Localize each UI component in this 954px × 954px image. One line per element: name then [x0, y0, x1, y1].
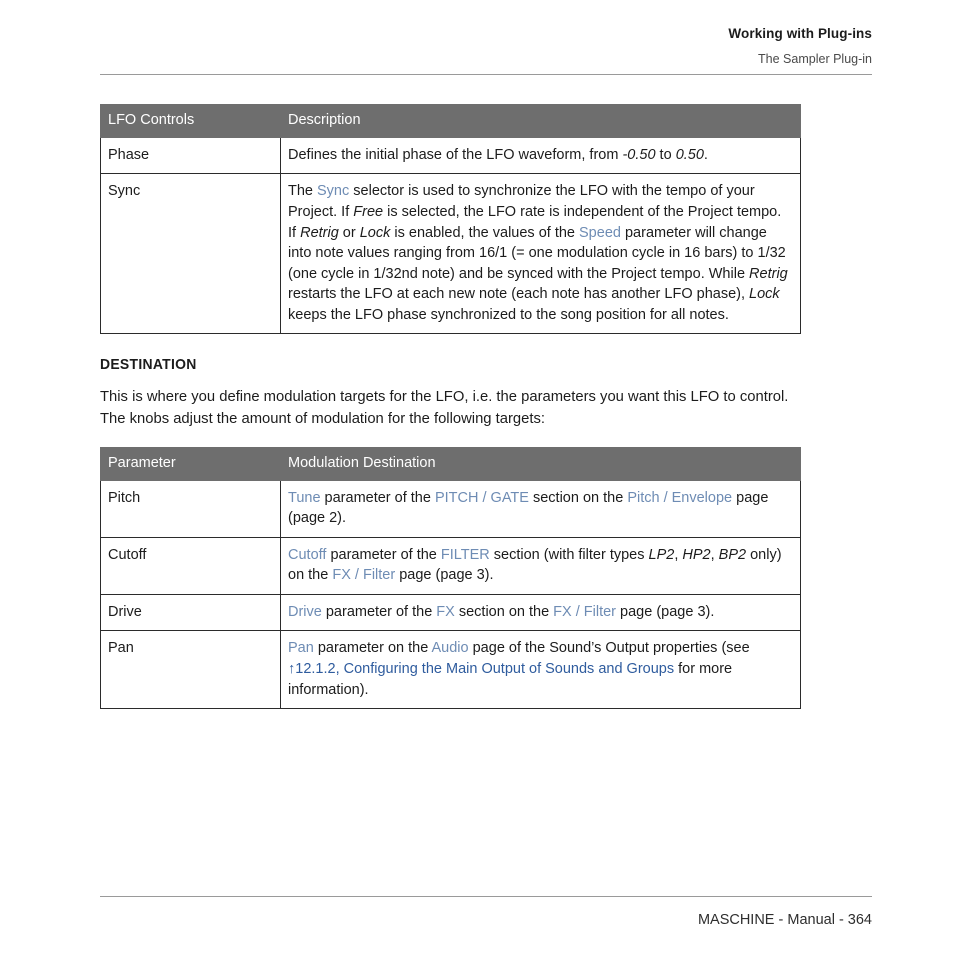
table-header-row: LFO Controls Description: [100, 104, 801, 138]
lfo-controls-table: LFO Controls Description Phase Defines t…: [100, 104, 801, 335]
cell-parameter: Cutoff: [100, 536, 281, 595]
inline-link[interactable]: FX / Filter: [332, 567, 395, 583]
inline-link[interactable]: PITCH / GATE: [435, 490, 529, 506]
inline-link[interactable]: FX: [436, 604, 455, 620]
footer-rule: [100, 896, 872, 897]
cell-parameter: Pan: [100, 630, 281, 710]
cell-description: Defines the initial phase of the LFO wav…: [280, 136, 801, 175]
page-content: LFO Controls Description Phase Defines t…: [100, 104, 801, 710]
cross-reference-link[interactable]: ↑12.1.2, Configuring the Main Output of …: [288, 661, 674, 677]
column-header-parameter: Parameter: [100, 446, 281, 481]
inline-link[interactable]: Tune: [288, 490, 321, 506]
cell-modulation-destination: Pan parameter on the Audio page of the S…: [280, 630, 801, 710]
column-header-lfo-controls: LFO Controls: [100, 104, 281, 138]
page-footer: MASCHINE - Manual - 364: [697, 912, 872, 928]
lfo-table-body: Phase Defines the initial phase of the L…: [100, 136, 801, 335]
emphasis-text: Free: [353, 204, 384, 220]
inline-link[interactable]: Pitch / Envelope: [627, 490, 732, 506]
table-row: Pan Pan parameter on the Audio page of t…: [100, 630, 801, 710]
section-heading-destination: DESTINATION: [100, 356, 197, 374]
emphasis-text: HP2: [682, 546, 711, 563]
table-spacer: [100, 431, 800, 447]
inline-link[interactable]: Audio: [432, 640, 469, 656]
running-head-subtitle: The Sampler Plug-in: [758, 51, 872, 66]
destination-table: Parameter Modulation Destination Pitch T…: [100, 446, 801, 710]
destination-table-body: Pitch Tune parameter of the PITCH / GATE…: [100, 479, 801, 710]
cell-description: The Sync selector is used to synchronize…: [280, 173, 801, 335]
inline-link[interactable]: Drive: [288, 604, 322, 620]
emphasis-text: LP2: [648, 546, 675, 563]
column-header-description: Description: [280, 104, 801, 138]
table-row: Sync The Sync selector is used to synchr…: [100, 173, 801, 335]
destination-intro-paragraph: This is where you define modulation targ…: [100, 389, 789, 428]
table-row: Drive Drive parameter of the FX section …: [100, 593, 801, 632]
cell-modulation-destination: Cutoff parameter of the FILTER section (…: [280, 536, 801, 595]
emphasis-text: Lock: [359, 224, 391, 241]
cell-parameter: Phase: [100, 136, 281, 175]
cell-modulation-destination: Tune parameter of the PITCH / GATE secti…: [280, 479, 801, 538]
emphasis-text: Lock: [749, 286, 780, 303]
emphasis-text: Retrig: [749, 265, 788, 282]
column-header-modulation-destination: Modulation Destination: [280, 446, 801, 481]
table-row: Cutoff Cutoff parameter of the FILTER se…: [100, 536, 801, 595]
header-rule: [100, 74, 872, 75]
inline-link[interactable]: Speed: [579, 225, 621, 241]
running-head-title: Working with Plug-ins: [728, 26, 872, 41]
inline-link[interactable]: FX / Filter: [553, 604, 616, 620]
cell-parameter: Drive: [100, 593, 281, 632]
inline-link[interactable]: Sync: [317, 183, 349, 199]
emphasis-text: -0.50: [622, 146, 656, 163]
table-row: Phase Defines the initial phase of the L…: [100, 136, 801, 175]
inline-link[interactable]: FILTER: [441, 547, 490, 563]
inline-link[interactable]: Pan: [288, 640, 314, 656]
document-page: Working with Plug-ins The Sampler Plug-i…: [0, 0, 954, 954]
cell-parameter: Pitch: [100, 479, 281, 538]
table-row: Pitch Tune parameter of the PITCH / GATE…: [100, 479, 801, 538]
inline-link[interactable]: Cutoff: [288, 547, 326, 563]
cell-modulation-destination: Drive parameter of the FX section on the…: [280, 593, 801, 632]
emphasis-text: 0.50: [675, 146, 704, 163]
cell-parameter: Sync: [100, 173, 281, 335]
table-header-row: Parameter Modulation Destination: [100, 446, 801, 481]
running-head: Working with Plug-ins The Sampler Plug-i…: [100, 26, 872, 68]
emphasis-text: BP2: [718, 546, 747, 563]
emphasis-text: Retrig: [300, 224, 339, 241]
